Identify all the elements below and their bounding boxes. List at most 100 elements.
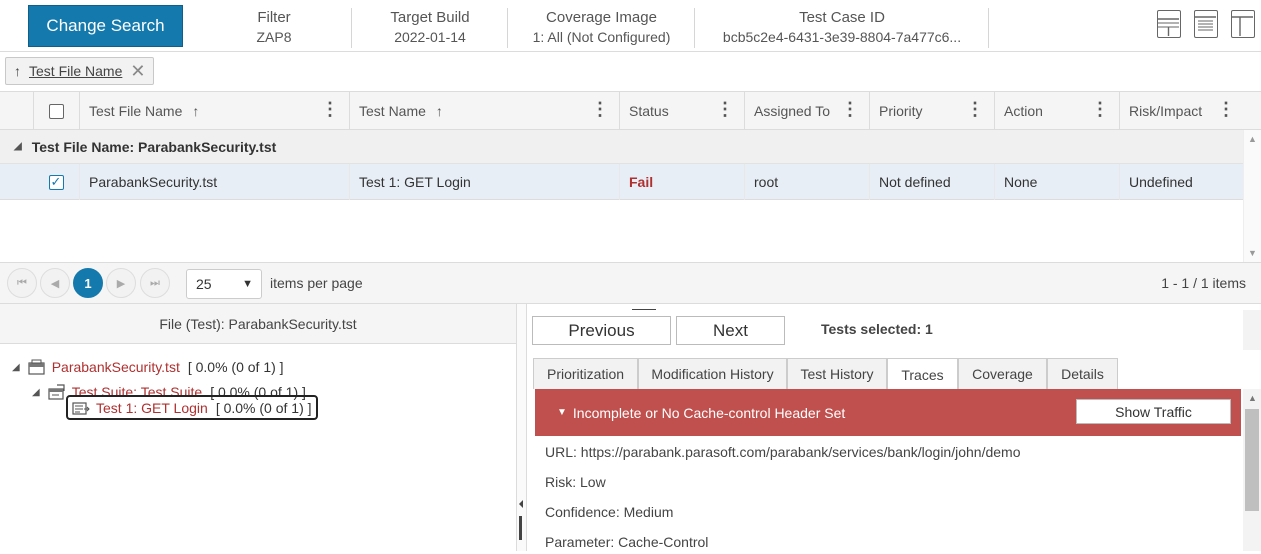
panel-scrollbar[interactable]	[1243, 310, 1261, 350]
test-case-id-label: Test Case ID	[799, 9, 885, 26]
detail-risk: Risk: Low	[545, 474, 606, 490]
select-all-cell	[33, 92, 79, 130]
layout-list-icon[interactable]	[1194, 10, 1218, 38]
file-tree-panel: File (Test): ParabankSecurity.tst ◢ Para…	[0, 304, 517, 551]
cell-action: None	[994, 164, 1119, 200]
chevron-down-icon: ▼	[242, 278, 253, 290]
details-scrollbar[interactable]: ▲	[1243, 389, 1261, 551]
filter-info[interactable]: Filter ZAP8	[200, 8, 348, 48]
detail-confidence: Confidence: Medium	[545, 504, 674, 520]
tree-node-file[interactable]: ◢ ParabankSecurity.tst [ 0.0% (0 of 1) ]	[12, 356, 284, 378]
grid-header: Test File Name ↑ ⋮ Test Name ↑ ⋮ Status …	[0, 92, 1261, 130]
last-page-button[interactable]: ⏭	[140, 268, 170, 298]
tab-test-history[interactable]: Test History	[787, 358, 887, 389]
file-icon	[28, 359, 45, 375]
target-build-label: Target Build	[390, 9, 470, 26]
column-title: Test Name	[359, 103, 426, 119]
collapse-triangle-icon[interactable]: ◢	[14, 141, 22, 152]
column-header-assigned-to[interactable]: Assigned To ⋮	[744, 92, 869, 130]
tab-prioritization[interactable]: Prioritization	[533, 358, 638, 389]
cell-test-name: Test 1: GET Login	[349, 164, 619, 200]
column-header-priority[interactable]: Priority ⋮	[869, 92, 994, 130]
group-row[interactable]: ◢ Test File Name: ParabankSecurity.tst	[0, 130, 1243, 164]
test-case-id-info[interactable]: Test Case ID bcb5c2e4-6431-3e39-8804-7a4…	[697, 8, 987, 48]
items-per-page-label: items per page	[270, 275, 363, 291]
collapse-triangle-icon[interactable]: ◢	[32, 387, 40, 398]
scroll-down-icon[interactable]: ▼	[1248, 248, 1257, 258]
tab-coverage[interactable]: Coverage	[958, 358, 1047, 389]
filter-label: Filter	[257, 9, 291, 26]
row-checkbox[interactable]: ✓	[48, 174, 64, 190]
tests-selected-label: Tests selected: 1	[821, 321, 933, 337]
sort-asc-icon: ↑	[435, 103, 443, 119]
column-header-status[interactable]: Status ⋮	[619, 92, 744, 130]
column-header-risk-impact[interactable]: Risk/Impact ⋮	[1119, 92, 1245, 130]
column-title: Action	[1004, 103, 1043, 119]
select-all-checkbox[interactable]	[49, 103, 64, 119]
change-search-button[interactable]: Change Search	[28, 5, 183, 47]
filter-value: ZAP8	[256, 29, 292, 45]
details-panel: Previous Next Tests selected: 1 Prioriti…	[527, 310, 1261, 551]
cell-test-file-name: ParabankSecurity.tst	[79, 164, 349, 200]
table-row[interactable]: ✓ ParabankSecurity.tst Test 1: GET Login…	[0, 164, 1243, 200]
first-page-button[interactable]: ⏮	[7, 268, 37, 298]
next-page-button[interactable]: ▶	[106, 268, 136, 298]
coverage-image-label: Coverage Image	[546, 9, 657, 26]
pager: ⏮ ◀ 1 ▶ ⏭ 25 ▼ items per page 1 - 1 / 1 …	[0, 262, 1261, 304]
column-header-test-file-name[interactable]: Test File Name ↑ ⋮	[79, 92, 349, 130]
target-build-info[interactable]: Target Build 2022-01-14	[355, 8, 505, 48]
column-menu-icon[interactable]: ⋮	[1217, 100, 1235, 118]
test-case-id-value: bcb5c2e4-6431-3e39-8804-7a477c6...	[722, 29, 962, 45]
column-menu-icon[interactable]: ⋮	[321, 100, 339, 118]
page-size-value: 25	[196, 276, 212, 292]
layout-vertical-icon[interactable]	[1231, 10, 1255, 38]
column-title: Assigned To	[754, 103, 831, 119]
trace-title: Incomplete or No Cache-control Header Se…	[572, 404, 846, 421]
coverage-image-value: 1: All (Not Configured)	[532, 29, 671, 45]
column-header-action[interactable]: Action ⋮	[994, 92, 1119, 130]
collapse-triangle-icon[interactable]: ◢	[12, 362, 20, 373]
test-case-icon	[72, 401, 90, 415]
header-divider	[988, 8, 989, 48]
scroll-up-icon[interactable]: ▲	[1248, 393, 1257, 403]
coverage-image-info[interactable]: Coverage Image 1: All (Not Configured)	[510, 8, 693, 48]
cell-priority: Not defined	[869, 164, 994, 200]
target-build-value: 2022-01-14	[394, 29, 466, 45]
tree-node-test[interactable]: Test 1: GET Login [ 0.0% (0 of 1) ]	[66, 395, 318, 420]
close-icon[interactable]: ✕	[130, 62, 145, 80]
next-button[interactable]: Next	[676, 316, 785, 345]
show-traffic-button[interactable]: Show Traffic	[1076, 399, 1231, 424]
scroll-up-icon[interactable]: ▲	[1248, 134, 1257, 144]
tab-details[interactable]: Details	[1047, 358, 1118, 389]
grid-scrollbar[interactable]: ▲ ▼	[1243, 130, 1261, 262]
splitter-vertical[interactable]	[517, 304, 527, 551]
expand-triangle-icon[interactable]: ▼	[557, 407, 567, 418]
prev-page-button[interactable]: ◀	[40, 268, 70, 298]
tab-modification-history[interactable]: Modification History	[638, 358, 787, 389]
tree-node-coverage: [ 0.0% (0 of 1) ]	[187, 359, 284, 375]
current-page-button[interactable]: 1	[73, 268, 103, 298]
test-suite-icon	[48, 384, 65, 400]
sort-asc-icon: ↑	[192, 103, 200, 119]
sort-chip[interactable]: ↑ Test File Name ✕	[5, 57, 155, 85]
item-count: 1 - 1 / 1 items	[1161, 275, 1246, 291]
file-tree-title: File (Test): ParabankSecurity.tst	[0, 304, 516, 344]
cell-status: Fail	[619, 164, 744, 200]
tab-traces[interactable]: Traces	[887, 358, 958, 390]
column-menu-icon[interactable]: ⋮	[841, 100, 859, 118]
page-size-select[interactable]: 25 ▼	[186, 269, 262, 299]
previous-button[interactable]: Previous	[532, 316, 671, 345]
trace-header[interactable]: ▼ Incomplete or No Cache-control Header …	[535, 389, 1241, 436]
header-bar: Change Search Filter ZAP8 Target Build 2…	[0, 0, 1261, 52]
column-menu-icon[interactable]: ⋮	[1091, 100, 1109, 118]
layout-horizontal-icon[interactable]	[1157, 10, 1181, 38]
column-title: Priority	[879, 103, 923, 119]
sort-chip-label[interactable]: Test File Name	[29, 63, 122, 79]
column-menu-icon[interactable]: ⋮	[716, 100, 734, 118]
column-menu-icon[interactable]: ⋮	[591, 100, 609, 118]
header-divider	[507, 8, 508, 48]
column-header-test-name[interactable]: Test Name ↑ ⋮	[349, 92, 619, 130]
column-menu-icon[interactable]: ⋮	[966, 100, 984, 118]
column-title: Test File Name	[89, 103, 183, 119]
scrollbar-thumb[interactable]	[1245, 409, 1259, 511]
